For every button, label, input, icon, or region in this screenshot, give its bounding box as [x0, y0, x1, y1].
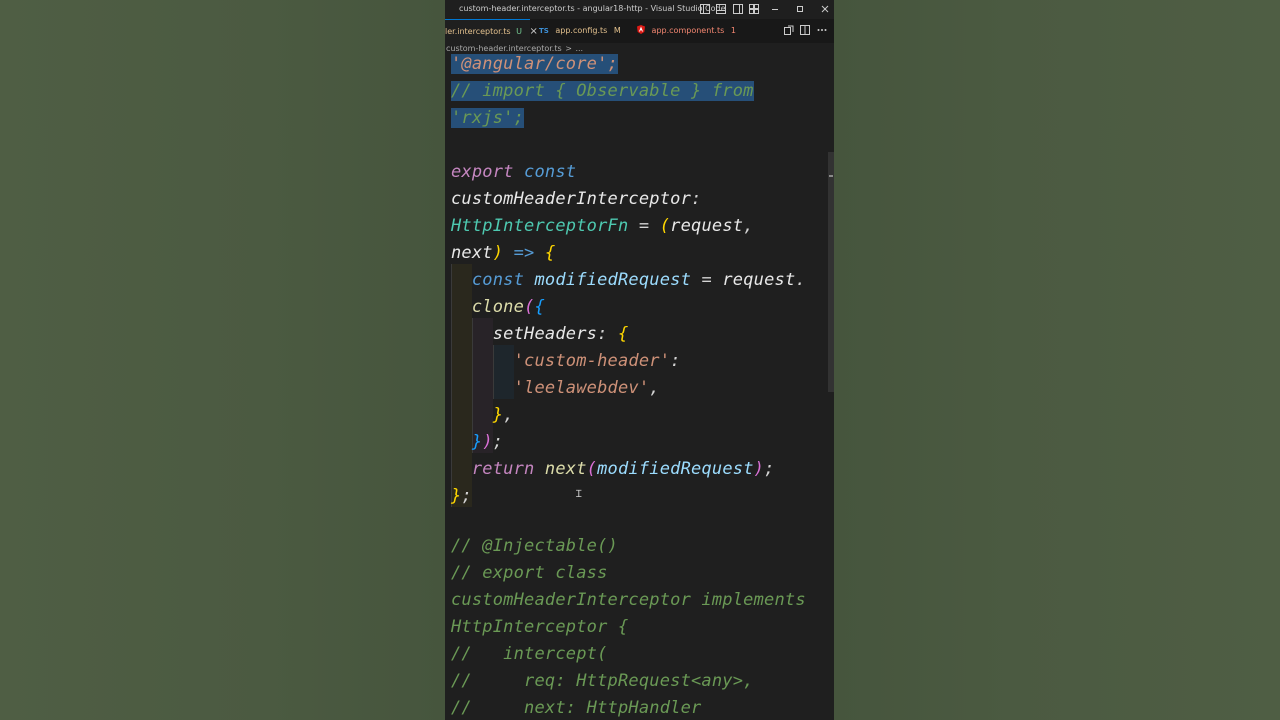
more-actions-icon[interactable] — [816, 24, 828, 36]
code-line: }; — [451, 486, 472, 506]
code-line: customHeaderInterceptor implements — [451, 590, 806, 610]
toggle-panel-icon[interactable] — [715, 3, 727, 15]
code-line: 'custom-header': — [513, 351, 681, 371]
title-bar: custom-header.interceptor.ts - angular18… — [445, 0, 834, 19]
tab-app-config[interactable]: TS app.config.ts M — [539, 19, 621, 43]
typescript-icon: TS — [539, 27, 549, 35]
tab-app-component[interactable]: app.component.ts 1 — [637, 19, 737, 43]
code-line: // req: HttpRequest<any>, — [451, 671, 754, 691]
tab-custom-header-interceptor[interactable]: ler.interceptor.ts U × — [445, 19, 538, 43]
tab-label: app.config.ts — [555, 26, 608, 35]
code-line: HttpInterceptor { — [451, 617, 629, 637]
background-right — [834, 0, 1280, 720]
code-line: // next: HttpHandler — [451, 698, 702, 718]
split-editor-icon[interactable] — [799, 24, 811, 36]
customize-layout-icon[interactable] — [748, 3, 760, 15]
code-line-selected: 'rxjs'; — [451, 108, 525, 128]
window-title: custom-header.interceptor.ts - angular18… — [459, 4, 726, 13]
editor-tab-bar: ler.interceptor.ts U × TS app.config.ts … — [445, 19, 834, 43]
tab-label: app.component.ts — [651, 26, 725, 35]
code-line: }); — [471, 432, 504, 452]
open-changes-icon[interactable] — [783, 24, 795, 36]
background-left — [0, 0, 445, 720]
tab-label: ler.interceptor.ts — [445, 27, 511, 36]
code-line: }, — [492, 405, 514, 425]
toggle-primary-sidebar-icon[interactable] — [699, 3, 711, 15]
tab-status: U — [516, 27, 522, 36]
text-cursor-icon: Ɪ — [576, 489, 582, 500]
close-tab-icon[interactable]: × — [530, 26, 538, 37]
tab-status: 1 — [730, 26, 736, 35]
tab-status: M — [613, 26, 621, 35]
code-line: // export class — [451, 563, 608, 583]
close-window-icon[interactable] — [819, 3, 831, 15]
code-line: customHeaderInterceptor: — [451, 189, 702, 209]
toggle-secondary-sidebar-icon[interactable] — [732, 3, 744, 15]
code-line: 'leelawebdev', — [513, 378, 660, 398]
vertical-scrollbar[interactable] — [828, 152, 834, 392]
code-line: return next(modifiedRequest); — [471, 459, 775, 479]
code-line: // @Injectable() — [451, 536, 618, 556]
code-line: HttpInterceptorFn = (request, — [451, 216, 754, 236]
vscode-window: custom-header.interceptor.ts - angular18… — [445, 0, 834, 720]
scrollbar-marker — [829, 175, 833, 177]
code-line: // intercept( — [451, 644, 608, 664]
angular-icon — [637, 20, 645, 34]
code-line-selected: // import { Observable } from — [451, 81, 754, 101]
code-line: clone({ — [471, 297, 545, 317]
maximize-icon[interactable] — [794, 3, 806, 15]
code-line: export const — [451, 162, 577, 182]
code-line: setHeaders: { — [492, 324, 629, 344]
code-line-selected: '@angular/core'; — [451, 54, 618, 74]
code-line: const modifiedRequest = request. — [471, 270, 806, 290]
minimize-icon[interactable] — [769, 3, 781, 15]
code-line: next) => { — [451, 243, 556, 263]
code-editor[interactable]: '@angular/core'; // import { Observable … — [445, 54, 834, 720]
